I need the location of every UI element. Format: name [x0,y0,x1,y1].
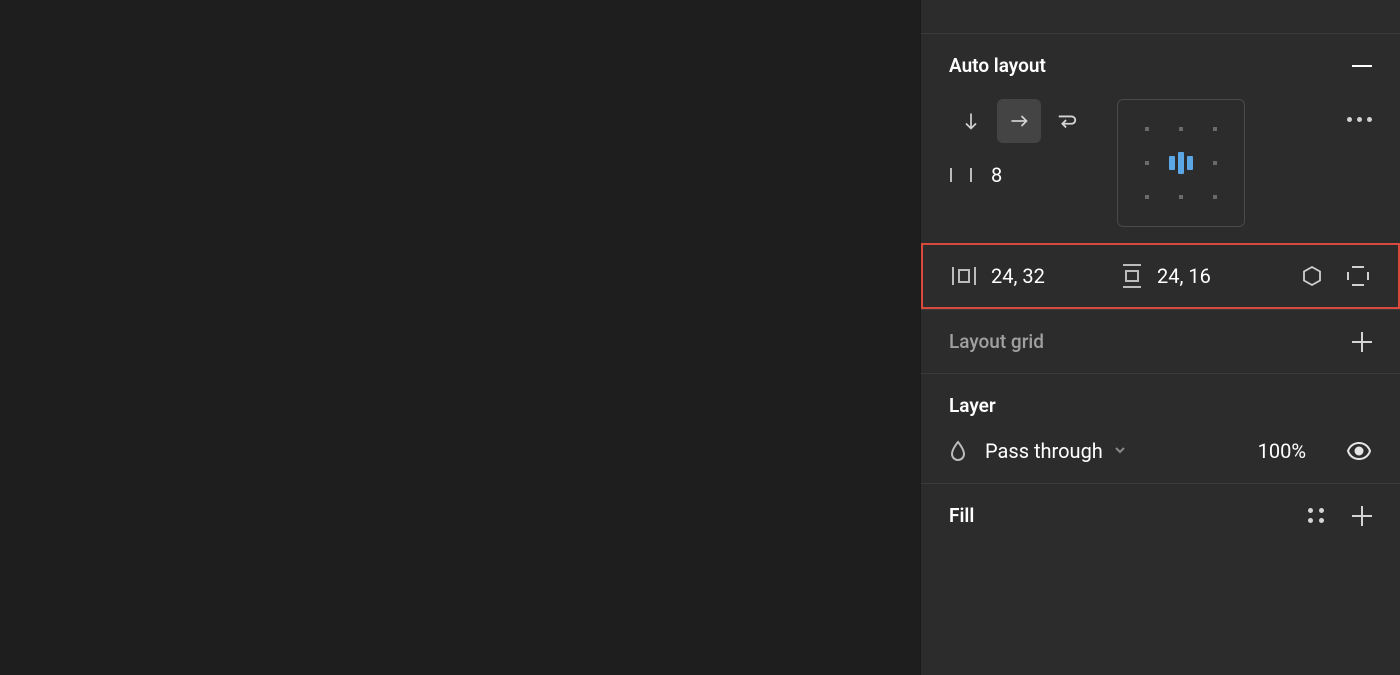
plus-icon [1352,332,1372,352]
auto-layout-more-button[interactable] [1347,99,1372,122]
fill-styles-button[interactable] [1308,508,1324,524]
section-fill: Fill [921,484,1400,547]
align-dot [1145,195,1149,199]
direction-vertical-button[interactable] [949,99,993,143]
opacity-input[interactable]: 100% [1258,439,1306,463]
direction-horizontal-button[interactable] [997,99,1041,143]
eye-icon [1346,441,1372,461]
four-dots-icon [1308,508,1324,524]
fill-title: Fill [949,504,974,527]
align-dot [1213,195,1217,199]
dots-icon [1347,117,1352,122]
vertical-padding-value: 24, 16 [1157,264,1211,288]
collapse-auto-layout-button[interactable] [1352,65,1372,67]
padding-variable-button[interactable] [1302,265,1322,287]
arrow-right-icon [1009,111,1029,131]
wrap-icon [1056,111,1078,131]
gap-input[interactable]: 8 [949,163,1089,187]
horizontal-padding-icon [951,265,977,287]
vertical-padding-input[interactable]: 24, 16 [1121,263,1271,289]
hexagon-icon [1302,265,1322,287]
design-panel: Auto layout [920,0,1400,675]
add-fill-button[interactable] [1352,506,1372,526]
align-dot [1145,127,1149,131]
section-auto-layout: Auto layout [921,34,1400,310]
add-layout-grid-button[interactable] [1352,332,1372,352]
plus-icon [1352,506,1372,526]
align-dot [1179,195,1183,199]
gap-value: 8 [991,163,1002,187]
horizontal-padding-value: 24, 32 [991,264,1045,288]
minus-icon [1352,65,1372,67]
layer-title: Layer [949,394,996,417]
chevron-down-icon [1113,442,1127,461]
panel-top-divider [921,0,1400,34]
padding-row-highlight: 24, 32 24, 16 [921,243,1400,309]
gap-icon [949,165,973,185]
align-dot [1179,127,1183,131]
arrow-down-icon [961,111,981,131]
layout-grid-title: Layout grid [949,330,1044,353]
section-layout-grid: Layout grid [921,310,1400,374]
section-layer: Layer Pass through 100% [921,374,1400,484]
vertical-padding-icon [1121,263,1143,289]
visibility-toggle-button[interactable] [1346,441,1372,461]
align-dot [1213,127,1217,131]
blend-mode-value: Pass through [985,439,1103,463]
alignment-grid[interactable] [1117,99,1245,227]
blend-mode-icon [949,440,967,462]
alignment-center-indicator [1169,152,1193,174]
horizontal-padding-input[interactable]: 24, 32 [951,264,1101,288]
direction-wrap-button[interactable] [1045,99,1089,143]
blend-mode-select[interactable]: Pass through [985,439,1240,463]
align-dot [1145,161,1149,165]
auto-layout-title: Auto layout [949,54,1046,77]
canvas-area[interactable] [0,0,920,675]
align-dot [1213,161,1217,165]
individual-padding-icon [1346,265,1370,287]
individual-padding-button[interactable] [1346,265,1370,287]
